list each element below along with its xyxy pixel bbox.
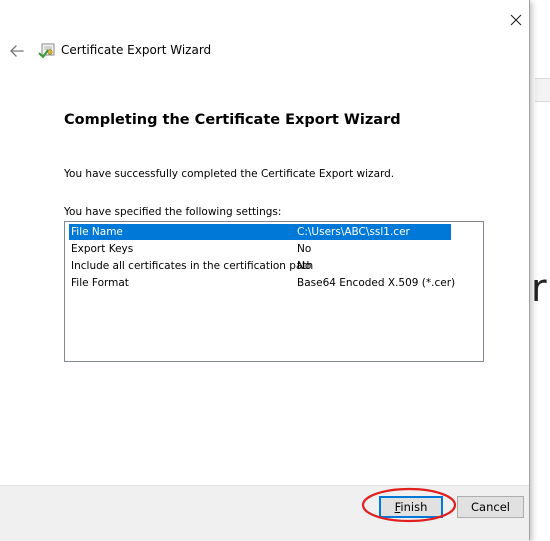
setting-key: Include all certificates in the certific… [71, 260, 314, 272]
finish-accelerator: F [394, 500, 401, 514]
success-message: You have successfully completed the Cert… [64, 168, 395, 180]
setting-value: Base64 Encoded X.509 (*.cer) [297, 277, 456, 289]
wizard-title: Certificate Export Wizard [61, 43, 212, 57]
setting-key: File Name [71, 226, 123, 238]
setting-value: No [297, 260, 312, 272]
background-window-bar [535, 78, 550, 102]
settings-row-export-keys[interactable]: Export Keys No [69, 241, 451, 257]
finish-button[interactable]: Finish [379, 496, 443, 518]
finish-button-label: Finish [394, 500, 428, 514]
close-icon [510, 14, 522, 26]
settings-row-include-certificates[interactable]: Include all certificates in the certific… [69, 258, 451, 274]
settings-label: You have specified the following setting… [64, 206, 282, 218]
back-button[interactable] [6, 40, 28, 62]
settings-row-file-format[interactable]: File Format Base64 Encoded X.509 (*.cer) [69, 275, 455, 291]
certificate-export-wizard-dialog: Certificate Export Wizard Completing the… [0, 0, 530, 541]
back-arrow-icon [10, 45, 24, 57]
setting-key: Export Keys [71, 243, 134, 255]
settings-listbox[interactable]: File Name C:\Users\ABC\ssl1.cer Export K… [64, 221, 484, 362]
cancel-button-label: Cancel [471, 500, 510, 514]
page-heading: Completing the Certificate Export Wizard [64, 112, 401, 128]
certificate-wizard-icon [38, 41, 56, 59]
settings-row-file-name[interactable]: File Name C:\Users\ABC\ssl1.cer [69, 224, 451, 240]
setting-value: No [297, 243, 312, 255]
close-button[interactable] [505, 9, 527, 31]
setting-value: C:\Users\ABC\ssl1.cer [297, 226, 410, 238]
button-bar [0, 485, 529, 541]
title-bar [0, 0, 529, 36]
background-window-text: r [531, 266, 547, 310]
wizard-nav: Certificate Export Wizard [0, 36, 529, 66]
cancel-button[interactable]: Cancel [457, 496, 524, 518]
screen: r Certificate Export Wizard Completing t… [0, 0, 550, 541]
setting-key: File Format [71, 277, 129, 289]
